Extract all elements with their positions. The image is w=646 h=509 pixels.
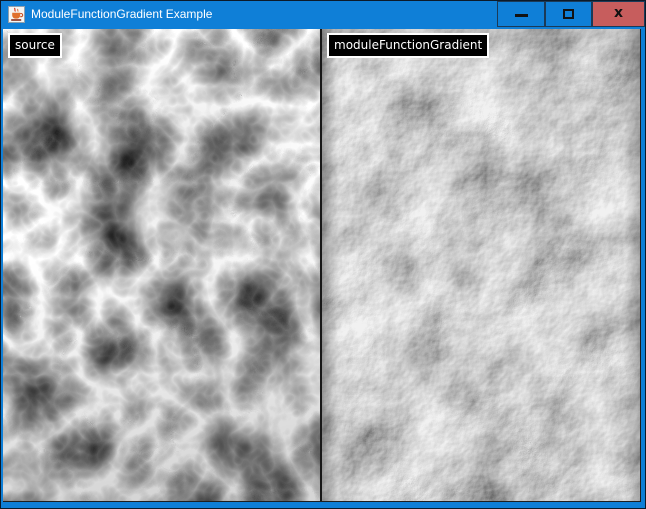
- window-controls: x: [497, 1, 645, 27]
- minimize-button[interactable]: [497, 1, 545, 27]
- app-window: ModuleFunctionGradient Example x: [0, 0, 646, 509]
- maximize-button[interactable]: [545, 1, 592, 27]
- window-title: ModuleFunctionGradient Example: [31, 1, 212, 28]
- close-icon: x: [614, 6, 623, 20]
- java-coffee-cup-icon: [8, 6, 25, 23]
- titlebar[interactable]: ModuleFunctionGradient Example x: [1, 1, 645, 29]
- source-image: [3, 29, 320, 501]
- module-function-gradient-label: moduleFunctionGradient: [327, 33, 489, 58]
- content-area: source moduleFunctionGradient: [3, 29, 641, 502]
- maximize-icon: [563, 9, 574, 19]
- source-image-panel: source: [3, 29, 320, 501]
- close-button[interactable]: x: [592, 1, 645, 27]
- module-function-gradient-image: [322, 29, 640, 501]
- source-label: source: [8, 33, 62, 58]
- module-function-gradient-panel: moduleFunctionGradient: [322, 29, 640, 501]
- minimize-icon: [515, 14, 528, 17]
